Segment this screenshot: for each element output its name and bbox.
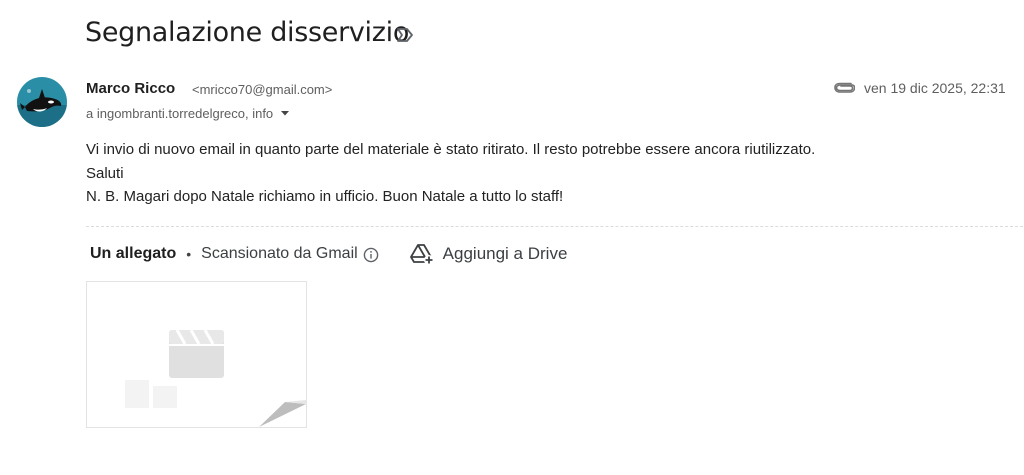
recipients-text: a ingombranti.torredelgreco, info [86, 105, 274, 121]
body-line: Saluti [86, 164, 124, 182]
recipients-toggle[interactable]: a ingombranti.torredelgreco, info [86, 105, 293, 121]
paperclip-icon [834, 82, 855, 93]
sender-name[interactable]: Marco Ricco [86, 80, 175, 97]
body-line: N. B. Magari dopo Natale richiamo in uff… [86, 188, 564, 205]
info-icon[interactable] [363, 247, 379, 263]
sender-avatar[interactable] [17, 77, 67, 127]
add-to-drive-button[interactable]: Aggiungi a Drive [409, 242, 568, 266]
message-date: ven 19 dic 2025, 22:31 [864, 80, 1006, 96]
email-subject: Segnalazione disservizio [85, 17, 410, 48]
attachments-header: Un allegato • Scansionato da Gmail Aggiu… [90, 243, 567, 265]
label-outline-icon[interactable] [396, 27, 414, 43]
message-body: Vi invio di nuovo email in quanto parte … [86, 138, 815, 209]
add-to-drive-label: Aggiungi a Drive [442, 244, 568, 263]
attachments-count: Un allegato [90, 245, 177, 262]
attachment-thumbnail[interactable] [86, 281, 307, 428]
video-file-icon [125, 329, 306, 427]
body-line: Vi invio di nuovo email in quanto parte … [86, 141, 816, 158]
caret-down-icon[interactable] [277, 105, 293, 121]
add-to-drive-icon [409, 244, 434, 265]
sender-email: <mricco70@gmail.com> [192, 82, 333, 97]
separator-dot: • [186, 246, 192, 262]
orca-avatar [17, 77, 67, 127]
scan-status: Scansionato da Gmail [201, 245, 358, 262]
attachments-divider [86, 226, 1023, 227]
